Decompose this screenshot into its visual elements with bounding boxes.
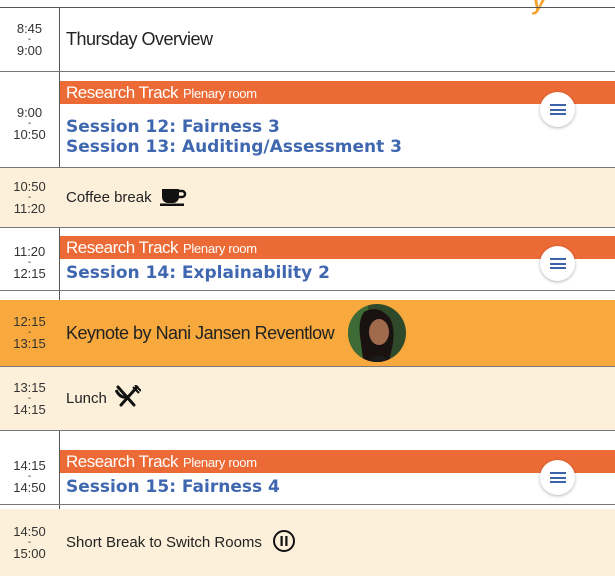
session-link[interactable]: Session 12: Fairness 3 bbox=[60, 117, 402, 137]
track-name: Research Track bbox=[66, 452, 179, 471]
session-list: Session 12: Fairness 3 Session 13: Audit… bbox=[60, 117, 402, 157]
time-end: 15:00 bbox=[13, 545, 46, 561]
menu-icon bbox=[549, 104, 566, 115]
time-end: 9:00 bbox=[16, 42, 43, 58]
fork-knife-icon bbox=[114, 383, 142, 413]
schedule-row-keynote: 12:15 - 13:15 Keynote by Nani Jansen Rev… bbox=[0, 300, 615, 367]
schedule-row-track: 9:00 - 10:50 Research Track Plenary room… bbox=[0, 81, 615, 168]
schedule-row-track: 14:15 - 14:50 Research Track Plenary roo… bbox=[0, 450, 615, 505]
break-title: Coffee break bbox=[66, 189, 152, 206]
session-link[interactable]: Session 15: Fairness 4 bbox=[60, 477, 280, 497]
keynote-title[interactable]: Keynote by Nani Jansen Reventlow bbox=[66, 323, 335, 344]
time-slot: 14:50 - 15:00 bbox=[0, 509, 59, 576]
time-end: 13:15 bbox=[13, 336, 46, 351]
schedule-row-track: 11:20 - 12:15 Research Track Plenary roo… bbox=[0, 236, 615, 291]
session-menu-button[interactable] bbox=[540, 92, 575, 127]
break-label: Lunch bbox=[66, 367, 142, 430]
time-slot: 9:00 - 10:50 bbox=[0, 81, 59, 167]
pause-icon bbox=[272, 529, 296, 557]
time-end: 14:15 bbox=[13, 401, 46, 417]
room-name: Plenary room bbox=[183, 455, 257, 470]
session-link[interactable]: Session 13: Auditing/Assessment 3 bbox=[60, 137, 402, 157]
time-end: 11:20 bbox=[13, 200, 46, 216]
track-header: Research Track Plenary room bbox=[60, 450, 615, 473]
track-header: Research Track Plenary room bbox=[60, 81, 615, 104]
overview-title: Thursday Overview bbox=[66, 29, 213, 49]
menu-icon bbox=[549, 472, 566, 483]
track-header: Research Track Plenary room bbox=[60, 236, 615, 259]
room-name: Plenary room bbox=[183, 86, 257, 101]
keynote-label: Keynote by Nani Jansen Reventlow bbox=[66, 300, 407, 366]
schedule-row-break: 14:50 - 15:00 Short Break to Switch Room… bbox=[0, 509, 615, 576]
session-menu-button[interactable] bbox=[540, 246, 575, 281]
time-slot: 10:50 - 11:20 bbox=[0, 168, 59, 227]
room-name: Plenary room bbox=[183, 241, 257, 256]
time-slot: 14:15 - 14:50 bbox=[0, 450, 59, 504]
session-list: Session 14: Explainability 2 bbox=[60, 263, 330, 283]
track-name: Research Track bbox=[66, 83, 179, 102]
time-slot: 12:15 - 13:15 bbox=[0, 300, 59, 366]
break-title: Lunch bbox=[66, 390, 107, 407]
session-menu-button[interactable] bbox=[540, 460, 575, 495]
session-list: Session 15: Fairness 4 bbox=[60, 477, 280, 497]
time-slot: 8:45 - 9:00 bbox=[0, 8, 59, 71]
time-slot: 13:15 - 14:15 bbox=[0, 367, 59, 430]
time-end: 12:15 bbox=[13, 266, 46, 281]
time-end: 10:50 bbox=[13, 127, 46, 142]
schedule-row-break: 10:50 - 11:20 Coffee break bbox=[0, 168, 615, 228]
break-label: Short Break to Switch Rooms bbox=[66, 509, 296, 576]
coffee-cup-icon bbox=[159, 186, 188, 210]
menu-icon bbox=[549, 258, 566, 269]
track-name: Research Track bbox=[66, 238, 179, 257]
break-title: Short Break to Switch Rooms bbox=[66, 534, 262, 551]
time-end: 14:50 bbox=[13, 480, 46, 495]
schedule-row-break: 13:15 - 14:15 Lunch bbox=[0, 367, 615, 431]
schedule-row-overview: 8:45 - 9:00 Thursday Overview bbox=[0, 8, 615, 72]
speaker-avatar bbox=[348, 304, 407, 362]
time-slot: 11:20 - 12:15 bbox=[0, 236, 59, 290]
break-label: Coffee break bbox=[66, 168, 188, 227]
session-link[interactable]: Session 14: Explainability 2 bbox=[60, 263, 330, 283]
